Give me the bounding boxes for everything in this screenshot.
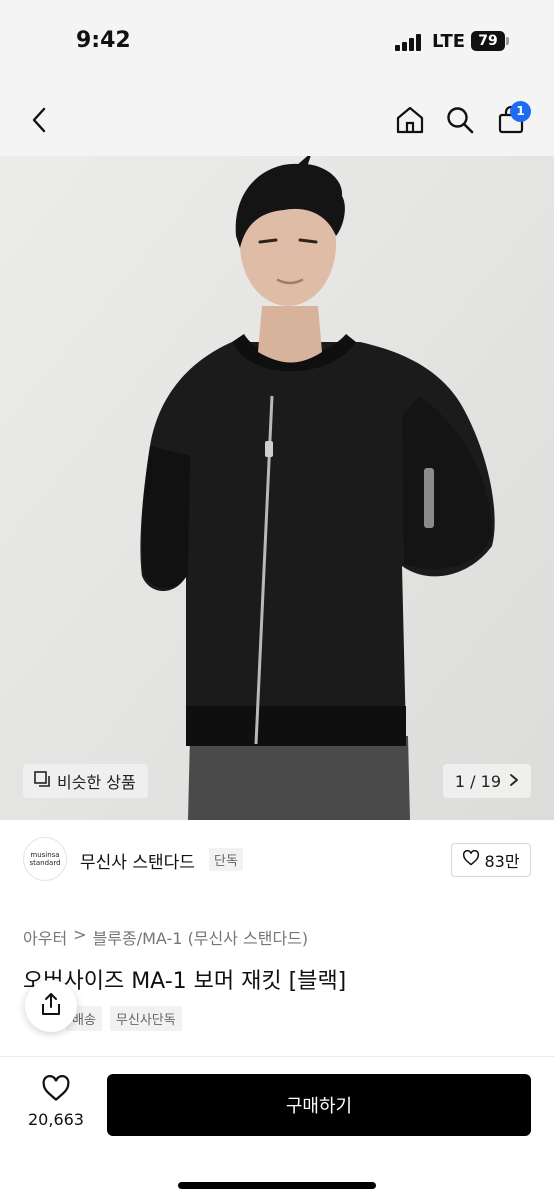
similar-products-button[interactable]: 비슷한 상품 xyxy=(23,764,148,798)
badge-exclusive: 무신사단독 xyxy=(109,1006,182,1031)
similar-label: 비슷한 상품 xyxy=(57,773,136,792)
home-indicator xyxy=(178,1182,376,1189)
bottom-action-bar: 20,663 구매하기 xyxy=(0,1056,554,1200)
brand-logo[interactable]: musinsa standard xyxy=(23,837,67,881)
wishlist-button[interactable]: 20,663 xyxy=(22,1075,90,1129)
breadcrumb-category[interactable]: 아우터 xyxy=(23,925,67,949)
wishlist-count: 20,663 xyxy=(28,1110,84,1129)
chevron-right-icon xyxy=(509,772,519,791)
buy-button[interactable]: 구매하기 xyxy=(107,1074,531,1136)
cart-count-badge: 1 xyxy=(510,101,531,122)
exclusive-tag: 단독 xyxy=(209,848,243,871)
brand-like-button[interactable]: 83만 xyxy=(451,843,531,877)
search-icon[interactable] xyxy=(440,100,480,140)
page-indicator-text: 1 / 19 xyxy=(454,771,501,791)
breadcrumb-separator: > xyxy=(73,925,87,944)
back-icon[interactable] xyxy=(20,100,60,140)
battery-cap xyxy=(506,37,509,45)
brand-like-count: 83만 xyxy=(484,852,520,871)
status-bar: 9:42 LTE 79 xyxy=(0,0,554,84)
product-photo xyxy=(0,156,554,820)
battery-icon: 79 xyxy=(471,31,505,51)
signal-icon xyxy=(395,33,423,51)
brand-row: musinsa standard 무신사 스탠다드 단독 83만 xyxy=(0,820,554,900)
share-icon xyxy=(39,991,63,1021)
breadcrumb: 아우터 > 블루종/MA-1 (무신사 스탠다드) xyxy=(23,925,308,949)
share-button[interactable] xyxy=(25,980,77,1032)
heart-icon xyxy=(462,849,480,870)
brand-name[interactable]: 무신사 스탠다드 xyxy=(80,848,195,873)
network-label: LTE xyxy=(432,31,466,52)
heart-icon xyxy=(41,1075,71,1106)
status-time: 9:42 xyxy=(76,28,131,53)
product-image[interactable]: 비슷한 상품 1 / 19 xyxy=(0,156,554,820)
product-badges: 배송 무신사단독 xyxy=(66,1006,182,1031)
image-page-indicator[interactable]: 1 / 19 xyxy=(442,764,531,798)
breadcrumb-subcategory[interactable]: 블루종/MA-1 (무신사 스탠다드) xyxy=(93,925,309,949)
similar-icon xyxy=(33,770,51,792)
nav-bar xyxy=(0,84,554,156)
home-icon[interactable] xyxy=(390,100,430,140)
